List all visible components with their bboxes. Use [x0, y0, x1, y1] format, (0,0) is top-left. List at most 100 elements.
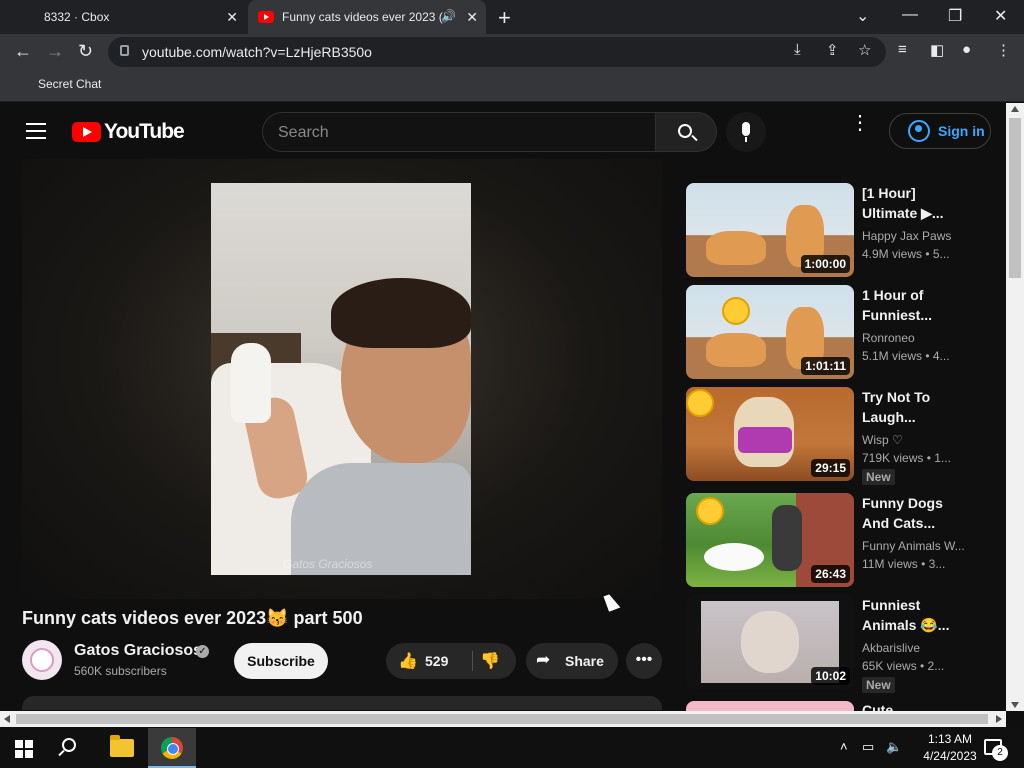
back-icon[interactable]: ← — [14, 41, 32, 62]
chrome-icon — [161, 737, 183, 759]
recommendation-item[interactable]: 29:15 Try Not To Laugh... Wisp ♡ 719K vi… — [686, 387, 986, 485]
url-text: youtube.com/watch?v=LzHjeRB350o — [142, 44, 372, 60]
youtube-header: YouTube Search ⋮ Sign in — [0, 103, 1006, 159]
reload-icon[interactable]: ↻ — [78, 41, 93, 62]
menu-icon[interactable] — [26, 123, 46, 139]
bookmark-secret-chat[interactable]: Secret Chat — [38, 77, 101, 91]
laughing-emoji-icon — [686, 389, 714, 417]
vertical-scrollbar[interactable] — [1006, 103, 1024, 711]
browser-menu-icon[interactable]: ⋮ — [996, 41, 1011, 59]
settings-more-icon[interactable]: ⋮ — [850, 113, 870, 133]
network-icon[interactable]: ▭ — [862, 739, 874, 755]
logo-text: YouTube — [104, 120, 185, 143]
video-frame[interactable]: Gatos Graciosos — [211, 183, 471, 575]
sign-in-button[interactable]: Sign in — [889, 113, 991, 149]
install-icon[interactable]: ⤓ — [794, 41, 801, 58]
tab-cbox[interactable]: 8332 · Cbox ✕ — [0, 0, 246, 34]
share-page-icon[interactable]: ⇪ — [826, 41, 839, 59]
microphone-icon — [742, 122, 750, 136]
recommendation-item[interactable]: 10:02 Funniest Animals 😂... Akbarislive … — [686, 595, 986, 693]
close-tab-icon[interactable]: ✕ — [466, 9, 478, 26]
recommendation-channel[interactable]: Wisp ♡ — [862, 433, 903, 447]
scrollbar-thumb[interactable] — [16, 714, 988, 724]
channel-avatar[interactable] — [22, 640, 62, 680]
bookmark-star-icon[interactable]: ☆ — [858, 41, 871, 59]
file-explorer-icon[interactable] — [110, 735, 134, 757]
video-thumbnail[interactable] — [686, 701, 854, 711]
horizontal-scrollbar[interactable] — [0, 711, 1006, 727]
video-thumbnail[interactable]: 1:01:11 — [686, 285, 854, 379]
show-hidden-icons-icon[interactable]: ˄ — [840, 739, 848, 754]
voice-search-button[interactable] — [726, 112, 766, 152]
like-dislike-group: 👍 529 👎 — [386, 643, 516, 679]
volume-icon[interactable]: 🔈 — [886, 739, 902, 755]
youtube-logo[interactable]: YouTube — [72, 120, 185, 144]
close-window-icon[interactable]: ✕ — [994, 6, 1007, 26]
media-control-icon[interactable]: ≡ — [898, 41, 907, 58]
scroll-left-icon[interactable] — [4, 715, 10, 723]
close-tab-icon[interactable]: ✕ — [226, 9, 238, 26]
scroll-down-icon[interactable] — [1011, 702, 1019, 708]
recommendation-title[interactable]: 1 Hour of Funniest... — [862, 285, 972, 325]
recommendation-title[interactable]: Try Not To Laugh... — [862, 387, 972, 427]
lock-icon[interactable] — [120, 45, 129, 56]
video-thumbnail[interactable]: 26:43 — [686, 493, 854, 587]
channel-name[interactable]: Gatos Graciosos — [74, 642, 202, 660]
restore-icon[interactable]: ❐ — [948, 6, 962, 26]
video-title: Funny cats videos ever 2023😽 part 500 — [22, 608, 363, 628]
recommendation-title[interactable]: Funniest Animals 😂... — [862, 595, 972, 635]
new-tab-icon[interactable]: + — [498, 5, 511, 31]
windows-start-icon[interactable] — [15, 740, 33, 758]
browser-tab-strip: 8332 · Cbox ✕ Funny cats videos ever 202… — [0, 0, 1024, 34]
recommendation-item[interactable]: 1:00:00 [1 Hour] Ultimate ▶... Happy Jax… — [686, 183, 986, 277]
video-thumbnail[interactable]: 10:02 — [686, 595, 854, 689]
recommendation-item[interactable]: 1:01:11 1 Hour of Funniest... Ronroneo 5… — [686, 285, 986, 379]
speaker-icon[interactable]: 🔊 — [441, 9, 456, 23]
recommendation-views: 5.1M views • 4... — [862, 349, 950, 363]
verified-icon: ✓ — [196, 645, 209, 658]
search-input[interactable]: Search — [262, 112, 655, 152]
dislike-icon[interactable]: 👎 — [480, 651, 500, 671]
tab-youtube[interactable]: Funny cats videos ever 2023 ( 🔊 ✕ — [248, 0, 486, 34]
search-button[interactable] — [655, 112, 717, 152]
recommendation-title[interactable]: Cute — [862, 701, 893, 711]
subscriber-count: 560K subscribers — [74, 664, 167, 678]
scroll-up-icon[interactable] — [1011, 106, 1019, 112]
youtube-play-icon — [72, 122, 101, 142]
address-bar[interactable]: youtube.com/watch?v=LzHjeRB350o — [108, 37, 886, 67]
video-thumbnail[interactable]: 1:00:00 — [686, 183, 854, 277]
taskbar-search-icon[interactable] — [62, 738, 76, 752]
duration-badge: 1:00:00 — [800, 255, 850, 273]
forward-icon[interactable]: → — [46, 41, 64, 62]
more-actions-icon[interactable]: ••• — [626, 643, 662, 679]
minimize-icon[interactable]: — — [902, 6, 918, 24]
like-icon[interactable]: 👍 — [398, 651, 418, 671]
duration-badge: 29:15 — [811, 459, 850, 477]
laughing-emoji-icon — [696, 497, 724, 525]
recommendation-item[interactable]: 26:43 Funny Dogs And Cats... Funny Anima… — [686, 493, 986, 587]
video-player[interactable]: Gatos Graciosos — [22, 159, 662, 599]
recommendation-title[interactable]: [1 Hour] Ultimate ▶... — [862, 183, 972, 223]
search-icon — [678, 124, 692, 138]
scrollbar-thumb[interactable] — [1009, 118, 1021, 278]
recommendation-channel[interactable]: Funny Animals W... — [862, 539, 965, 553]
description-box[interactable] — [22, 696, 662, 710]
recommendation-channel[interactable]: Akbarislive — [862, 641, 920, 655]
recommendation-channel[interactable]: Ronroneo — [862, 331, 915, 345]
subscribe-button[interactable]: Subscribe — [234, 643, 328, 679]
profile-icon[interactable]: ● — [962, 41, 971, 58]
recommendation-channel[interactable]: Happy Jax Paws — [862, 229, 951, 243]
share-icon: ➦ — [536, 650, 551, 669]
tab-search-icon[interactable]: ⌄ — [856, 6, 869, 26]
like-count[interactable]: 529 — [425, 653, 448, 669]
side-panel-icon[interactable]: ◧ — [930, 41, 944, 59]
scroll-right-icon[interactable] — [996, 715, 1002, 723]
system-clock[interactable]: 1:13 AM 4/24/2023 — [923, 731, 976, 765]
taskbar-chrome-button[interactable] — [148, 728, 196, 768]
new-badge: New — [862, 677, 895, 693]
video-thumbnail[interactable]: 29:15 — [686, 387, 854, 481]
cat-figure — [231, 343, 271, 423]
youtube-favicon-icon — [258, 11, 274, 23]
recommendation-title[interactable]: Funny Dogs And Cats... — [862, 493, 972, 533]
share-button[interactable]: ➦ Share — [526, 643, 618, 679]
